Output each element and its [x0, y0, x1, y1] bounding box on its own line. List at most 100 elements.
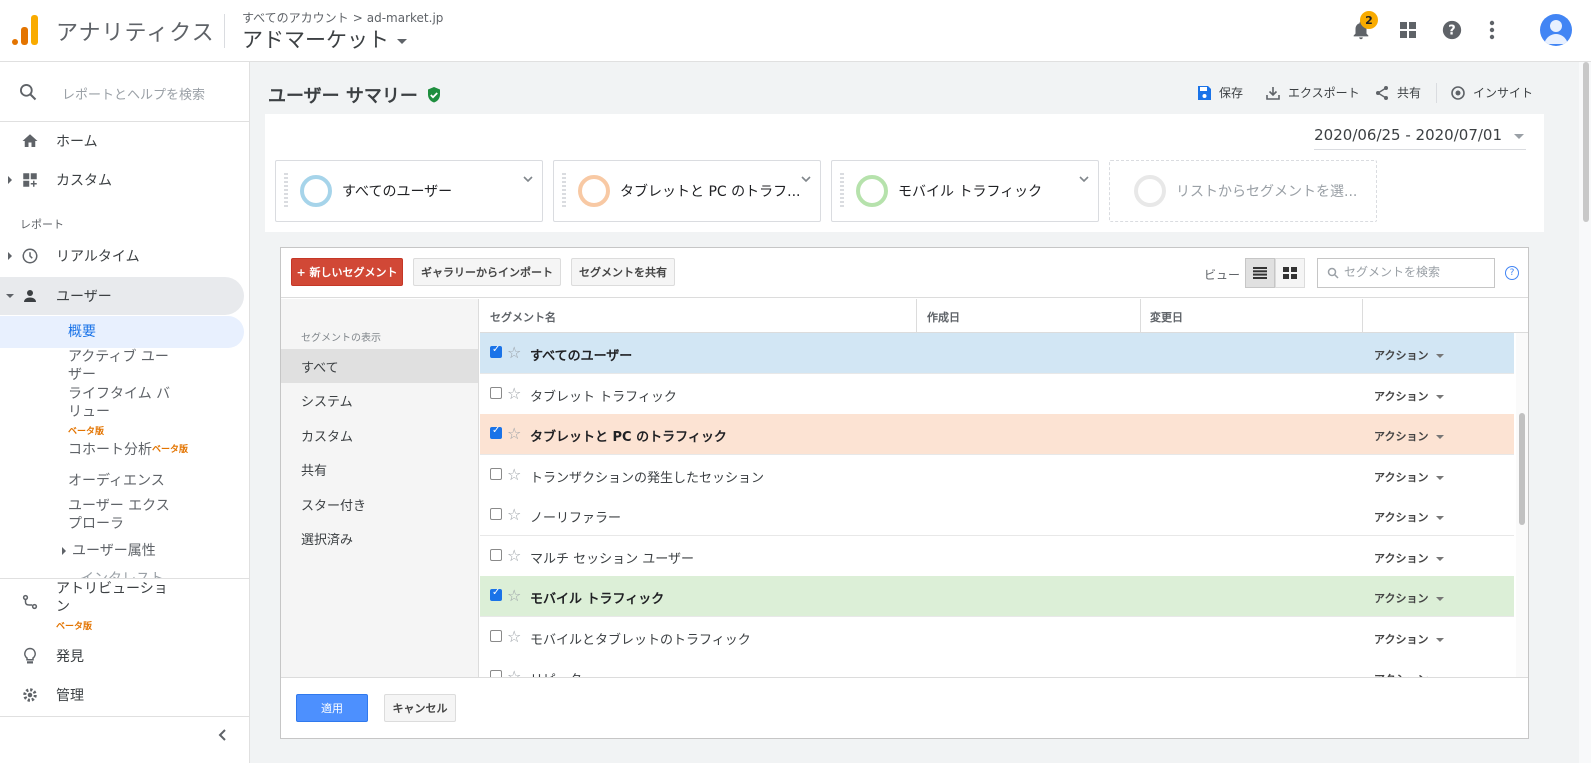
segment-name[interactable]: モバイル トラフィック — [530, 588, 664, 607]
action-menu[interactable]: アクション — [1374, 550, 1445, 566]
table-row[interactable]: ☆ タブレット トラフィック アクション — [480, 373, 1514, 415]
segment-checkbox[interactable] — [490, 386, 502, 399]
segment-card-empty[interactable]: リストからセグメントを選... — [1109, 160, 1377, 222]
segment-card-mobile[interactable]: モバイル トラフィック — [831, 160, 1099, 222]
chevron-down-icon[interactable] — [1078, 173, 1090, 185]
breadcrumb-account[interactable]: ad-market.jp — [367, 11, 444, 25]
sidebar-subitem-overview[interactable]: 概要 — [0, 316, 244, 348]
scrollbar-thumb[interactable] — [1519, 413, 1525, 525]
star-icon[interactable]: ☆ — [507, 384, 521, 403]
account-avatar[interactable] — [1540, 14, 1572, 46]
column-header-name[interactable]: セグメント名 — [490, 309, 556, 325]
filter-shared[interactable]: 共有 — [281, 452, 478, 486]
insights-button[interactable]: インサイト — [1450, 84, 1533, 101]
sidebar-subitem-user-attributes[interactable]: ユーザー属性 — [62, 542, 174, 560]
sidebar-item-custom[interactable]: カスタム — [0, 161, 244, 199]
segment-name[interactable]: トランザクションの発生したセッション — [530, 467, 764, 486]
help-icon[interactable]: ? — [1505, 266, 1519, 280]
sidebar-subitem-user-explorer[interactable]: ユーザー エクスプローラ — [68, 497, 180, 533]
apply-button[interactable]: 適用 — [296, 694, 368, 722]
new-segment-button[interactable]: + 新しいセグメント — [291, 258, 403, 286]
segment-checkbox[interactable] — [490, 629, 502, 642]
segment-name[interactable]: タブレットと PC のトラフィック — [530, 426, 727, 445]
report-search[interactable]: レポートとヘルプを検索 — [0, 62, 250, 122]
action-menu[interactable]: アクション — [1374, 631, 1445, 647]
star-icon[interactable]: ☆ — [507, 343, 521, 362]
sidebar-item-home[interactable]: ホーム — [0, 122, 244, 160]
segment-name[interactable]: タブレット トラフィック — [530, 386, 677, 405]
export-button[interactable]: エクスポート — [1265, 84, 1360, 101]
scrollbar-thumb[interactable] — [1583, 62, 1589, 222]
star-icon[interactable]: ☆ — [507, 424, 521, 443]
notifications-button[interactable]: 2 — [1346, 11, 1378, 45]
sidebar-subitem-lifetime-value[interactable]: ライフタイム バリュー ベータ版 — [68, 385, 180, 441]
filter-starred[interactable]: スター付き — [281, 487, 478, 521]
share-segment-button[interactable]: セグメントを共有 — [571, 258, 675, 286]
table-row[interactable]: ☆ マルチ セッション ユーザー アクション — [480, 535, 1514, 577]
sidebar-item-user[interactable]: ユーザー — [0, 277, 244, 315]
filter-system[interactable]: システム — [281, 383, 478, 417]
column-header-created[interactable]: 作成日 — [927, 309, 960, 325]
apps-button[interactable] — [1393, 15, 1423, 45]
table-row[interactable]: ☆ すべてのユーザー アクション — [480, 333, 1514, 374]
analytics-logo-icon[interactable] — [12, 15, 38, 45]
segment-card-tablet-pc[interactable]: タブレットと PC のトラフ... — [553, 160, 821, 222]
filter-selected[interactable]: 選択済み — [281, 521, 478, 555]
segment-checkbox[interactable] — [490, 508, 502, 520]
column-header-modified[interactable]: 変更日 — [1150, 309, 1183, 325]
segment-checkbox[interactable] — [490, 587, 502, 601]
drag-handle-icon[interactable] — [840, 173, 844, 209]
breadcrumb-all-accounts[interactable]: すべてのアカウント — [242, 11, 349, 25]
star-icon[interactable]: ☆ — [507, 627, 521, 646]
sidebar-subitem-cohort[interactable]: コホート分析ベータ版 — [68, 441, 228, 459]
segment-card-all-users[interactable]: すべてのユーザー — [275, 160, 543, 222]
date-range-picker[interactable]: 2020/06/25 - 2020/07/01 — [1314, 126, 1526, 150]
sidebar-item-discover[interactable]: 発見 — [0, 637, 244, 675]
table-row[interactable]: ☆ タブレットと PC のトラフィック アクション — [480, 414, 1514, 455]
page-scrollbar[interactable] — [1579, 62, 1591, 763]
table-row[interactable]: ☆リピーターアクション — [480, 657, 1514, 677]
grid-view-button[interactable] — [1275, 258, 1305, 288]
segment-name[interactable]: モバイルとタブレットのトラフィック — [530, 629, 751, 648]
segment-name[interactable]: マルチ セッション ユーザー — [530, 548, 694, 567]
action-menu[interactable]: アクション — [1374, 428, 1445, 444]
sidebar-item-attribution[interactable]: アトリビューション ベータ版 — [0, 578, 244, 632]
segment-checkbox[interactable] — [490, 425, 502, 439]
import-gallery-button[interactable]: ギャラリーからインポート — [413, 258, 561, 286]
save-button[interactable]: 保存 — [1196, 84, 1243, 101]
collapse-sidebar-button[interactable] — [216, 728, 230, 742]
segment-checkbox[interactable] — [490, 344, 502, 358]
sidebar-subitem-active-users[interactable]: アクティブ ユーザー — [68, 348, 180, 384]
list-view-button[interactable] — [1245, 258, 1275, 288]
action-menu[interactable]: アクション — [1374, 388, 1445, 404]
segment-checkbox[interactable] — [490, 548, 502, 561]
segment-name[interactable]: リピーター — [530, 669, 595, 677]
table-row[interactable]: ☆ ノーリファラー アクション — [480, 495, 1514, 536]
table-row[interactable]: ☆ トランザクションの発生したセッション アクション — [480, 454, 1514, 496]
sidebar-subitem-audience[interactable]: オーディエンス — [68, 472, 180, 490]
chevron-down-icon[interactable] — [522, 173, 534, 185]
segment-checkbox[interactable] — [490, 670, 502, 677]
segment-search-input[interactable] — [1344, 265, 1489, 279]
star-icon[interactable]: ☆ — [507, 586, 521, 605]
table-row[interactable]: ☆ モバイルとタブレットのトラフィック アクション — [480, 616, 1514, 658]
chevron-down-icon[interactable] — [800, 173, 812, 185]
filter-all[interactable]: すべて — [281, 349, 478, 383]
star-icon[interactable]: ☆ — [507, 667, 521, 677]
segment-search[interactable] — [1317, 258, 1495, 288]
action-menu[interactable]: アクション — [1374, 590, 1445, 606]
filter-custom[interactable]: カスタム — [281, 418, 478, 452]
segment-checkbox[interactable] — [490, 467, 502, 480]
table-scrollbar[interactable] — [1516, 333, 1528, 677]
property-selector[interactable]: アドマーケット — [242, 24, 407, 54]
sidebar-item-realtime[interactable]: リアルタイム — [0, 237, 244, 275]
help-button[interactable]: ? — [1437, 15, 1467, 45]
share-button[interactable]: 共有 — [1374, 84, 1421, 101]
table-row[interactable]: ☆ モバイル トラフィック アクション — [480, 576, 1514, 617]
segment-name[interactable]: すべてのユーザー — [530, 345, 632, 364]
star-icon[interactable]: ☆ — [507, 546, 521, 565]
cancel-button[interactable]: キャンセル — [384, 694, 456, 722]
sidebar-item-admin[interactable]: 管理 — [0, 676, 244, 714]
action-menu[interactable]: アクション — [1374, 509, 1445, 525]
segment-name[interactable]: ノーリファラー — [530, 507, 621, 526]
